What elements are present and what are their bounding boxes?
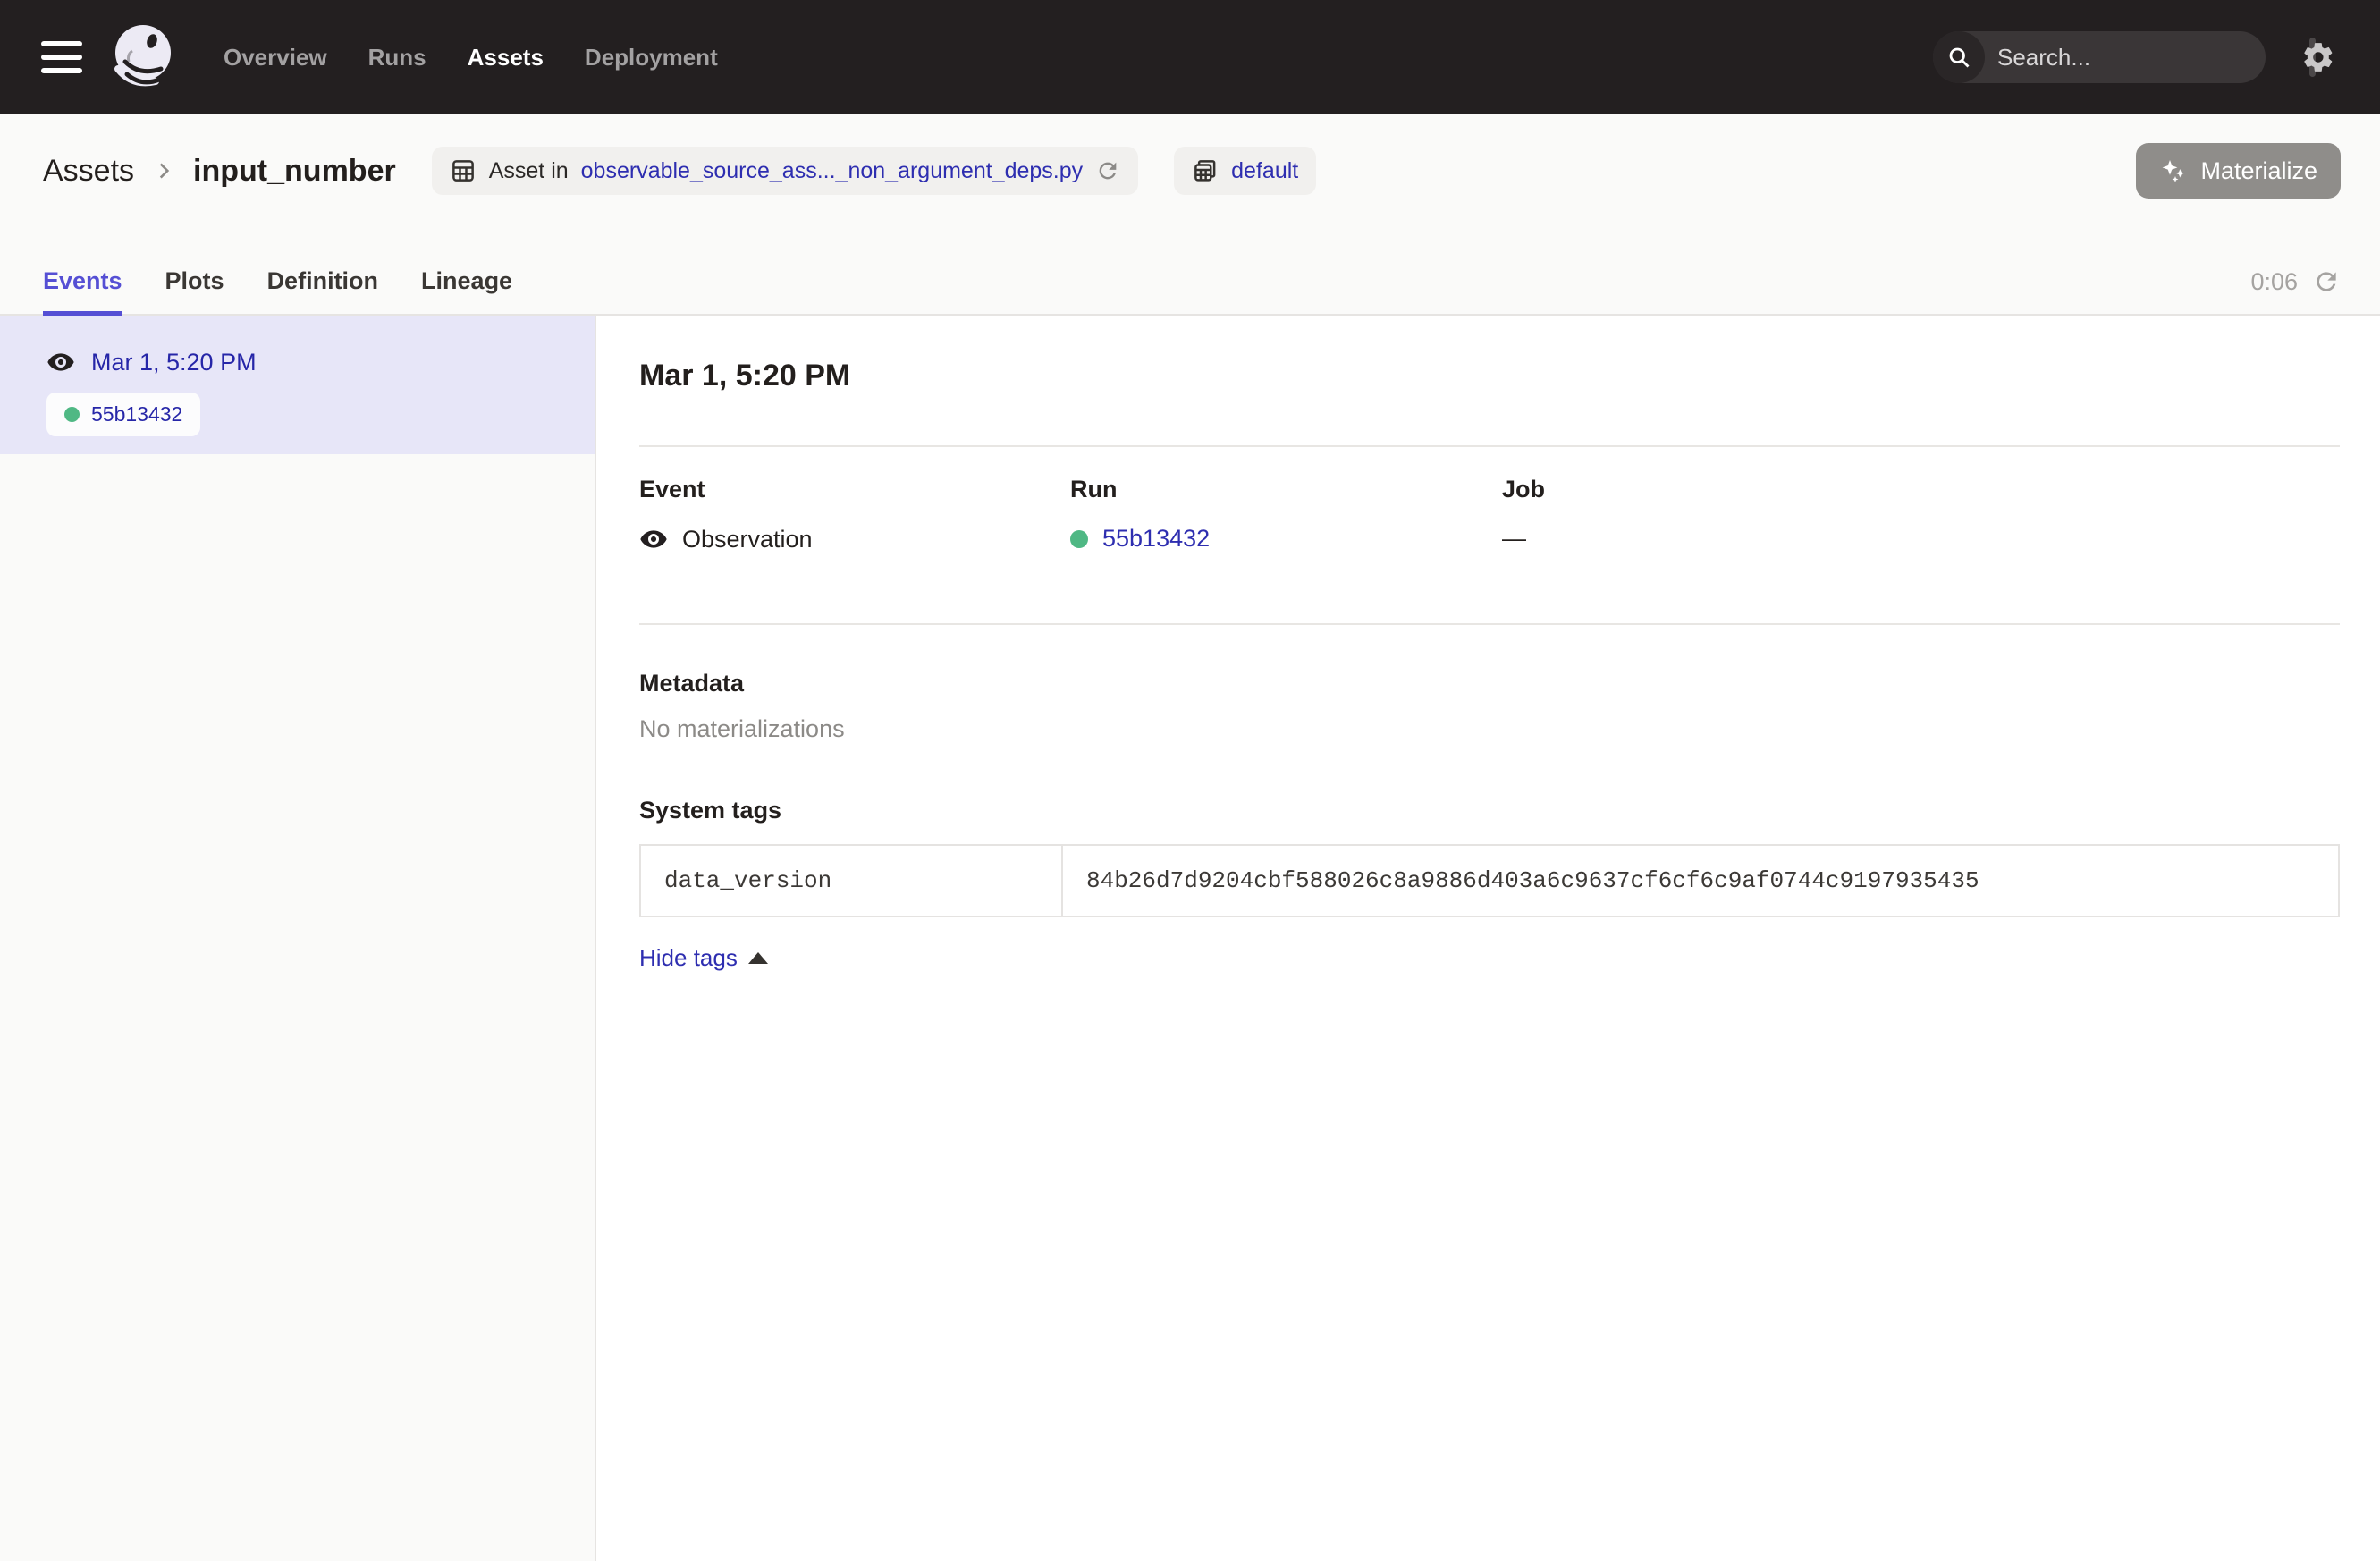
breadcrumb-assets-link[interactable]: Assets (43, 154, 134, 189)
events-content: Mar 1, 5:20 PM 55b13432 Mar 1, 5:20 PM E… (0, 316, 2380, 1561)
event-list-sidebar: Mar 1, 5:20 PM 55b13432 (0, 316, 596, 1561)
top-navigation-bar: Overview Runs Assets Deployment / (0, 0, 2380, 114)
asset-chip-prefix: Asset in (489, 158, 569, 184)
job-column: Job — (1502, 476, 2340, 553)
event-detail-title: Mar 1, 5:20 PM (639, 359, 2340, 393)
event-type-value: Observation (682, 526, 813, 553)
divider (639, 445, 2340, 447)
asset-definition-file-link[interactable]: observable_source_ass..._non_argument_de… (581, 158, 1084, 184)
search-input[interactable] (1985, 44, 2309, 72)
group-link[interactable]: default (1231, 158, 1298, 184)
asset-tabs: Events Plots Definition Lineage 0:06 (43, 267, 2341, 316)
job-column-label: Job (1502, 476, 2340, 503)
tab-definition[interactable]: Definition (267, 267, 378, 316)
asset-group-chip: default (1174, 147, 1316, 195)
global-search[interactable]: / (1933, 31, 2266, 83)
dagster-logo[interactable] (105, 19, 182, 96)
materialize-label: Materialize (2200, 157, 2317, 185)
hide-tags-label: Hide tags (639, 944, 738, 972)
primary-nav: Overview Runs Assets Deployment (224, 44, 718, 72)
tab-lineage[interactable]: Lineage (421, 267, 512, 316)
metadata-empty-text: No materializations (639, 715, 2340, 743)
run-column: Run 55b13432 (1070, 476, 1502, 553)
chevron-right-icon (152, 159, 175, 182)
run-status-dot (1070, 530, 1088, 548)
event-summary-columns: Event Observation Run 55b13432 (639, 476, 2340, 553)
run-column-label: Run (1070, 476, 1502, 503)
event-column-label: Event (639, 476, 1070, 503)
metadata-heading: Metadata (639, 670, 2340, 697)
search-icon (1933, 31, 1985, 83)
observation-eye-icon (639, 525, 668, 553)
reload-definition-icon[interactable] (1095, 158, 1120, 183)
refresh-icon[interactable] (2312, 267, 2341, 296)
run-chip[interactable]: 55b13432 (46, 393, 200, 436)
materialize-button[interactable]: Materialize (2136, 143, 2341, 199)
asset-definition-chip: Asset in observable_source_ass..._non_ar… (432, 147, 1138, 195)
refresh-countdown: 0:06 (2250, 268, 2298, 296)
event-column: Event Observation (639, 476, 1070, 553)
event-timestamp: Mar 1, 5:20 PM (91, 349, 257, 376)
run-id-link[interactable]: 55b13432 (1102, 525, 1210, 553)
divider (639, 623, 2340, 625)
job-empty-value: — (1502, 525, 1526, 553)
tag-value-cell: 84b26d7d9204cbf588026c8a9886d403a6c9637c… (1063, 846, 2338, 916)
hamburger-menu-icon[interactable] (41, 41, 82, 73)
run-status-dot (64, 407, 80, 422)
system-tags-heading: System tags (639, 797, 2340, 824)
caret-up-icon (748, 952, 768, 964)
tag-key-cell: data_version (641, 846, 1063, 916)
table-grid-icon (450, 157, 477, 184)
nav-item-deployment[interactable]: Deployment (585, 44, 718, 72)
breadcrumb: Assets input_number Asset in observable_… (43, 141, 2341, 200)
settings-gear-icon[interactable] (2301, 40, 2335, 74)
run-id-label: 55b13432 (91, 402, 182, 427)
asset-header: Assets input_number Asset in observable_… (0, 114, 2380, 316)
asset-group-icon (1192, 157, 1219, 184)
nav-item-overview[interactable]: Overview (224, 44, 327, 72)
asset-name: input_number (193, 154, 396, 189)
system-tags-table: data_version 84b26d7d9204cbf588026c8a988… (639, 844, 2340, 917)
event-list-item[interactable]: Mar 1, 5:20 PM 55b13432 (0, 316, 595, 454)
tab-events[interactable]: Events (43, 267, 122, 316)
observation-eye-icon (46, 348, 75, 376)
sparkles-icon (2159, 156, 2188, 185)
nav-item-runs[interactable]: Runs (368, 44, 426, 72)
nav-item-assets[interactable]: Assets (468, 44, 544, 72)
tab-plots[interactable]: Plots (165, 267, 224, 316)
event-detail-panel: Mar 1, 5:20 PM Event Observation Run (596, 316, 2380, 1561)
hide-tags-link[interactable]: Hide tags (639, 944, 768, 972)
refresh-group: 0:06 (2250, 267, 2341, 316)
